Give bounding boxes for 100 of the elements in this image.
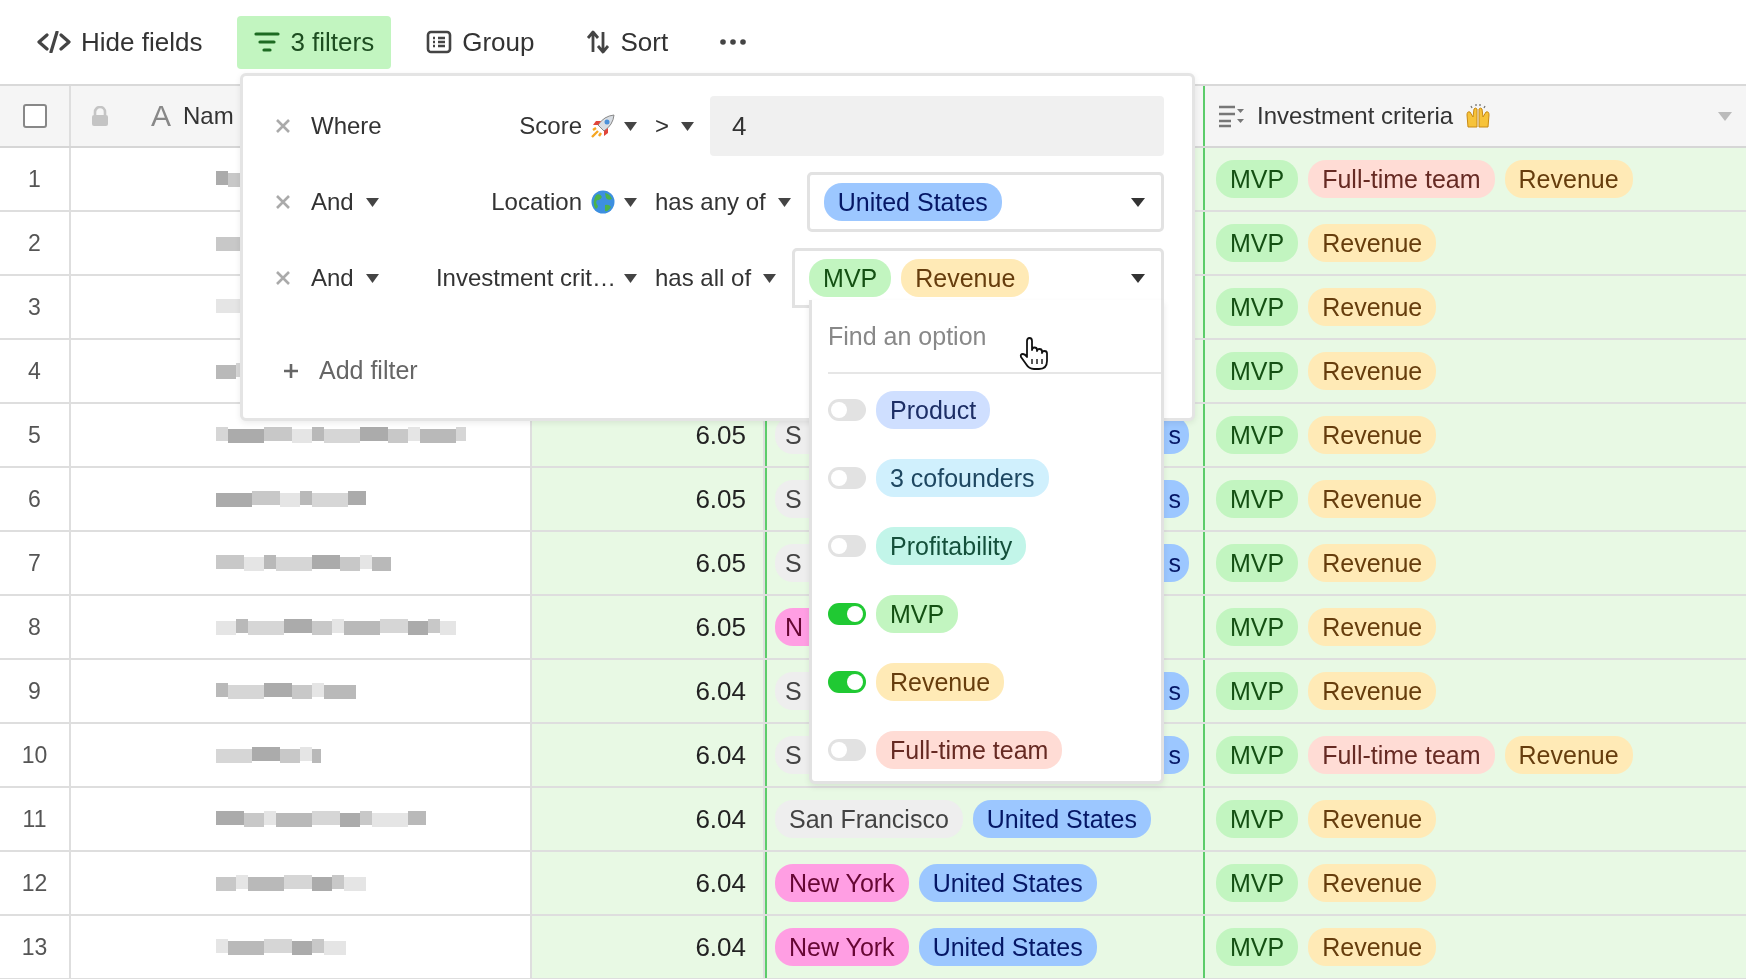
caret-icon[interactable] — [365, 197, 379, 207]
score-cell: 6.04 — [695, 675, 746, 707]
hide-fields-button[interactable]: Hide fields — [20, 15, 220, 69]
option-tag[interactable]: Revenue — [876, 663, 1005, 701]
caret-icon[interactable] — [365, 273, 379, 283]
row-number: 1 — [28, 165, 41, 193]
toggle-switch[interactable] — [828, 603, 866, 625]
remove-icon[interactable] — [275, 194, 291, 210]
option-tag[interactable]: Product — [876, 391, 991, 429]
criteria-tag: Revenue — [1308, 416, 1437, 454]
row-number: 11 — [22, 805, 47, 833]
row-number: 3 — [28, 293, 41, 321]
row-number: 9 — [28, 677, 41, 705]
criteria-tag: Revenue — [1504, 160, 1633, 198]
remove-icon[interactable] — [275, 118, 291, 134]
filter-icon — [254, 31, 281, 53]
toggle-switch[interactable] — [828, 467, 866, 489]
criteria-tag: MVP — [1216, 864, 1299, 902]
criteria-tag: Full-time team — [1308, 736, 1495, 774]
criteria-tag: MVP — [1216, 224, 1299, 262]
field-select[interactable]: Score — [519, 112, 582, 140]
group-button[interactable]: Group — [409, 15, 552, 69]
criteria-tag: Revenue — [1308, 224, 1437, 262]
row-number: 5 — [28, 421, 41, 449]
criteria-tag: MVP — [1216, 736, 1299, 774]
criteria-tag: Revenue — [1308, 352, 1437, 390]
criteria-tag: Revenue — [1308, 928, 1437, 966]
search-field[interactable]: Find an option — [828, 300, 1161, 374]
row-number: 6 — [28, 485, 41, 513]
caret-icon[interactable] — [1131, 197, 1145, 207]
criteria-tag: MVP — [1216, 160, 1299, 198]
multi-select-icon — [1217, 104, 1245, 128]
row-number: 2 — [28, 229, 41, 257]
criteria-tag: MVP — [1216, 480, 1299, 518]
value-tag: MVP — [809, 259, 892, 297]
row-number: 8 — [28, 613, 41, 641]
value-field[interactable]: 4 — [710, 96, 1164, 156]
option-tag[interactable]: Full-time team — [876, 731, 1063, 769]
toggle-switch[interactable] — [828, 739, 866, 761]
criteria-tag: Revenue — [1308, 480, 1437, 518]
criteria-tag: MVP — [1216, 352, 1299, 390]
caret-icon[interactable] — [777, 197, 791, 207]
column-header[interactable]: Nam — [183, 102, 234, 130]
column-header[interactable]: Investment criteria — [1257, 102, 1454, 130]
sort-icon — [586, 30, 611, 54]
more-icon — [720, 39, 747, 45]
criteria-tag: Revenue — [1504, 736, 1633, 774]
value-select[interactable]: United States — [806, 172, 1164, 232]
field-type-glyph: A — [151, 99, 171, 133]
operator-select[interactable]: has all of — [655, 264, 752, 292]
criteria-tag: MVP — [1216, 672, 1299, 710]
caret-icon[interactable] — [624, 121, 637, 131]
location-tag: New York — [775, 928, 909, 966]
criteria-tag: Revenue — [1308, 288, 1437, 326]
field-select[interactable]: Investment crit… — [435, 264, 616, 292]
select-all-checkbox[interactable] — [22, 104, 47, 128]
option-tag[interactable]: 3 cofounders — [876, 459, 1049, 497]
value-tag: Revenue — [901, 259, 1030, 297]
location-tag: United States — [918, 928, 1097, 966]
row-number: 12 — [21, 869, 48, 897]
caret-icon[interactable] — [624, 197, 637, 207]
operator-select[interactable]: > — [655, 112, 669, 140]
criteria-tag: Revenue — [1308, 672, 1437, 710]
conjunction-select[interactable]: And — [311, 188, 354, 216]
location-tag: San Francisco — [775, 800, 963, 838]
criteria-tag: MVP — [1216, 928, 1299, 966]
remove-icon[interactable] — [275, 270, 291, 286]
list-box-icon — [426, 30, 453, 54]
row-number: 13 — [21, 933, 48, 961]
lock-icon — [91, 106, 109, 126]
location-tag: United States — [918, 864, 1097, 902]
criteria-tag: MVP — [1216, 608, 1299, 646]
field-select[interactable]: Location — [491, 188, 582, 216]
score-cell: 6.05 — [695, 419, 746, 451]
criteria-tag: Full-time team — [1308, 160, 1495, 198]
conjunction-label: Where — [311, 112, 382, 140]
toggle-switch[interactable] — [828, 535, 866, 557]
raised-hands-icon — [1465, 103, 1492, 129]
criteria-tag: MVP — [1216, 288, 1299, 326]
hand-cursor-icon — [1019, 337, 1049, 371]
row-number: 7 — [28, 549, 41, 577]
add-filter-button[interactable]: Add filter — [275, 356, 418, 385]
rocket-icon — [590, 113, 616, 139]
caret-icon[interactable] — [624, 273, 637, 283]
criteria-tag: MVP — [1216, 416, 1299, 454]
criteria-tag: Revenue — [1308, 800, 1437, 838]
operator-select[interactable]: has any of — [655, 188, 766, 216]
caret-icon[interactable] — [681, 121, 694, 131]
conjunction-select[interactable]: And — [311, 264, 354, 292]
score-cell: 6.04 — [695, 867, 746, 899]
plus-icon — [283, 362, 299, 379]
criteria-tag: Revenue — [1308, 864, 1437, 902]
sort-button[interactable]: Sort — [569, 15, 686, 69]
criteria-tag: Revenue — [1308, 608, 1437, 646]
toggle-switch[interactable] — [828, 399, 866, 421]
filter-button[interactable]: 3 filters — [237, 15, 392, 69]
option-tag[interactable]: Profitability — [876, 527, 1027, 565]
score-cell: 6.05 — [695, 547, 746, 579]
toggle-switch[interactable] — [828, 671, 866, 693]
option-tag[interactable]: MVP — [876, 595, 959, 633]
